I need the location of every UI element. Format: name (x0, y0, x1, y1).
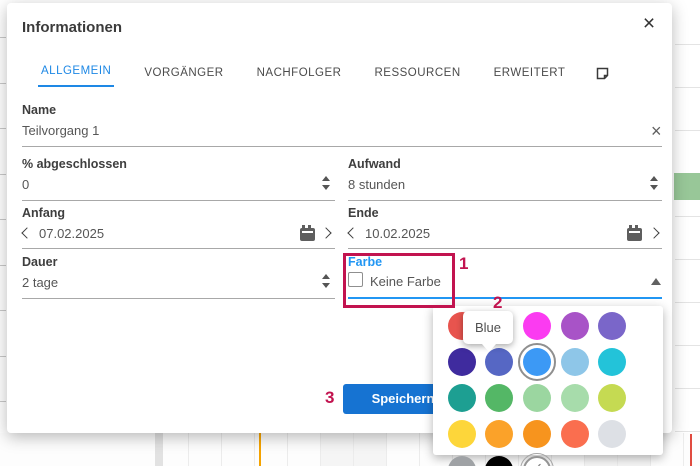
color-swatch-yellow-green[interactable] (598, 384, 626, 412)
prev-day-icon[interactable] (347, 227, 358, 238)
duration-label: Dauer (22, 255, 57, 269)
gantt-row-line (675, 44, 700, 45)
gantt-row-line (675, 216, 700, 217)
tab-allgemein[interactable]: ALLGEMEIN (38, 61, 114, 87)
gantt-row-tick (0, 219, 6, 220)
tab-ressourcen[interactable]: RESSOURCEN (371, 63, 463, 87)
color-swatch-gray[interactable] (448, 456, 476, 466)
screen: Informationen × ALLGEMEIN VORGÄNGER NACH… (0, 0, 700, 466)
gantt-gridline (386, 433, 387, 466)
calendar-icon[interactable] (300, 228, 315, 241)
gantt-column-band (155, 433, 163, 466)
color-swatch-magenta[interactable] (523, 312, 551, 340)
color-swatch-no-color[interactable]: ✓ (523, 456, 551, 466)
field-divider (22, 146, 662, 147)
end-label: Ende (348, 206, 379, 220)
gantt-left-edge (0, 0, 7, 466)
gantt-gridline (188, 433, 189, 466)
color-swatch-indigo[interactable] (448, 348, 476, 376)
color-swatch-green[interactable] (485, 384, 513, 412)
color-swatch-light-green[interactable] (523, 384, 551, 412)
duration-field[interactable]: 2 tage (22, 275, 58, 290)
gantt-row-line (675, 431, 700, 432)
gantt-row-line (675, 87, 700, 88)
color-tooltip: Blue (463, 311, 513, 344)
color-swatch-deep-orange[interactable] (561, 420, 589, 448)
color-swatch-black[interactable] (485, 456, 513, 466)
effort-label: Aufwand (348, 157, 401, 171)
gantt-row-line (675, 259, 700, 260)
gantt-row-line (675, 130, 700, 131)
gantt-red-line (690, 434, 692, 466)
color-swatch-purple[interactable] (561, 312, 589, 340)
prev-day-icon[interactable] (21, 227, 32, 238)
close-icon[interactable]: × (638, 13, 660, 35)
color-swatch-light-orange[interactable] (485, 420, 513, 448)
clear-icon[interactable]: × (651, 124, 662, 138)
percent-spinner[interactable] (321, 175, 331, 191)
gantt-row-tick (0, 128, 6, 129)
color-swatch-light-gray[interactable] (598, 420, 626, 448)
gantt-gridline (320, 433, 321, 466)
tab-bar: ALLGEMEIN VORGÄNGER NACHFOLGER RESSOURCE… (38, 61, 610, 87)
gantt-row-tick (0, 401, 6, 402)
field-divider (348, 248, 662, 249)
effort-spinner[interactable] (649, 175, 659, 191)
next-day-icon[interactable] (648, 227, 659, 238)
color-swatch-cyan[interactable] (598, 348, 626, 376)
field-divider (22, 248, 335, 249)
gantt-row-tick (0, 310, 6, 311)
color-swatch-light-blue[interactable] (561, 348, 589, 376)
note-icon[interactable] (595, 66, 610, 81)
gantt-row-tick (0, 356, 6, 357)
field-divider (348, 200, 662, 201)
gantt-row-line (675, 302, 700, 303)
gantt-row-line (675, 388, 700, 389)
end-date-field[interactable]: 10.02.2025 (365, 226, 430, 241)
tab-erweitert[interactable]: ERWEITERT (491, 63, 569, 87)
gantt-today-line (259, 433, 261, 466)
color-swatch-pale-green[interactable] (561, 384, 589, 412)
dialog-title: Informationen (22, 19, 122, 36)
color-swatch-blue-violet[interactable] (485, 348, 513, 376)
gantt-row-tick (0, 265, 6, 266)
annotation-step-2: 2 (493, 293, 502, 313)
gantt-row-tick (0, 83, 6, 84)
collapse-arrow-icon[interactable] (651, 278, 661, 285)
field-divider (22, 298, 335, 299)
gantt-gridline (287, 433, 288, 466)
next-day-icon[interactable] (320, 227, 331, 238)
calendar-icon[interactable] (627, 228, 642, 241)
gantt-right-rows (672, 0, 700, 466)
gantt-row-line (675, 345, 700, 346)
start-label: Anfang (22, 206, 65, 220)
color-swatch-orange[interactable] (523, 420, 551, 448)
color-swatch-blue[interactable] (523, 348, 551, 376)
color-swatch-teal[interactable] (448, 384, 476, 412)
gantt-task-bar (674, 173, 700, 200)
color-swatch-yellow[interactable] (448, 420, 476, 448)
field-divider (22, 200, 335, 201)
duration-spinner[interactable] (321, 273, 331, 289)
tab-vorgaenger[interactable]: VORGÄNGER (141, 63, 226, 87)
annotation-step-1: 1 (459, 254, 468, 274)
gantt-gridline (353, 433, 354, 466)
gantt-row-tick (0, 174, 6, 175)
name-field[interactable]: Teilvorgang 1 (22, 123, 99, 138)
annotation-box-1 (343, 253, 455, 308)
annotation-step-3: 3 (325, 388, 334, 408)
percent-field[interactable]: 0 (22, 177, 29, 192)
percent-label: % abgeschlossen (22, 157, 127, 171)
gantt-gridline (683, 433, 684, 466)
name-label: Name (22, 103, 56, 117)
gantt-gridline (419, 433, 420, 466)
color-swatch-violet[interactable] (598, 312, 626, 340)
gantt-gridline (221, 433, 222, 466)
gantt-gridline (254, 433, 255, 466)
tab-nachfolger[interactable]: NACHFOLGER (254, 63, 345, 87)
effort-field[interactable]: 8 stunden (348, 177, 405, 192)
start-date-field[interactable]: 07.02.2025 (39, 226, 104, 241)
gantt-row-tick (0, 37, 6, 38)
